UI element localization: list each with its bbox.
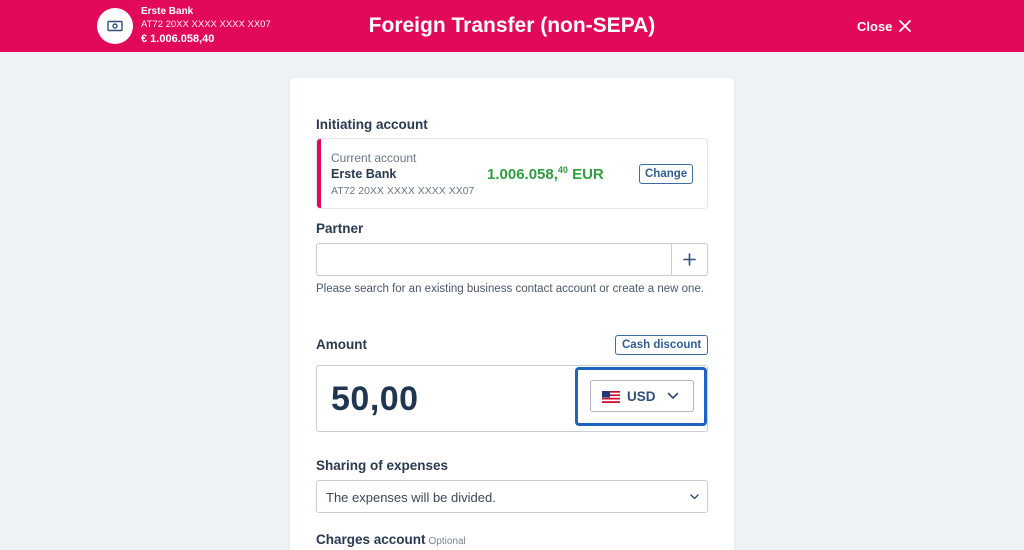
chevron-down-icon bbox=[690, 494, 699, 500]
balance-main: 1.006.058, bbox=[487, 166, 558, 183]
partner-hint: Please search for an existing business c… bbox=[316, 283, 705, 295]
close-label: Close bbox=[857, 18, 893, 34]
add-partner-button[interactable] bbox=[671, 243, 708, 276]
balance-currency: EUR bbox=[572, 166, 604, 183]
header-account-info: Erste Bank AT72 20XX XXXX XXXX XX07 € 1.… bbox=[141, 7, 271, 45]
charges-label-text: Charges account bbox=[316, 532, 426, 547]
account-accent-bar bbox=[317, 139, 321, 208]
initiating-account-label: Initiating account bbox=[316, 117, 428, 132]
account-iban: AT72 20XX XXXX XXXX XX07 bbox=[331, 185, 475, 197]
partner-search-input[interactable] bbox=[316, 243, 672, 276]
change-account-button[interactable]: Change bbox=[639, 164, 694, 184]
close-icon bbox=[899, 20, 912, 32]
plus-icon bbox=[683, 253, 696, 266]
header-account-iban: AT72 20XX XXXX XXXX XX07 bbox=[141, 19, 271, 30]
account-balance: 1.006.058,40 EUR bbox=[487, 165, 604, 183]
optional-tag: Optional bbox=[428, 536, 466, 547]
sharing-value: The expenses will be divided. bbox=[326, 490, 496, 505]
charges-account-label: Charges account Optional bbox=[316, 532, 466, 547]
account-name: Erste Bank bbox=[331, 167, 397, 181]
sharing-select[interactable]: The expenses will be divided. bbox=[316, 480, 708, 513]
amount-label: Amount bbox=[316, 337, 367, 352]
sharing-label: Sharing of expenses bbox=[316, 458, 449, 473]
balance-decimals: 40 bbox=[557, 165, 568, 175]
initiating-account-box: Current account Erste Bank AT72 20XX XXX… bbox=[316, 138, 708, 209]
currency-value: USD bbox=[627, 389, 656, 404]
banknote-icon[interactable] bbox=[97, 8, 133, 44]
chevron-down-icon bbox=[667, 392, 679, 399]
app-header: Erste Bank AT72 20XX XXXX XXXX XX07 € 1.… bbox=[0, 0, 1024, 52]
us-flag-icon bbox=[602, 391, 620, 403]
header-account-balance: € 1.006.058,40 bbox=[141, 32, 215, 45]
cash-discount-button[interactable]: Cash discount bbox=[615, 335, 709, 355]
header-account-bank: Erste Bank bbox=[141, 6, 194, 17]
transfer-form-card: Initiating account Current account Erste… bbox=[290, 78, 734, 550]
amount-value: 50,00 bbox=[331, 380, 419, 418]
close-button[interactable]: Close bbox=[857, 17, 912, 35]
currency-select[interactable]: USD bbox=[590, 380, 694, 412]
partner-label: Partner bbox=[316, 221, 364, 236]
account-type: Current account bbox=[331, 151, 417, 165]
